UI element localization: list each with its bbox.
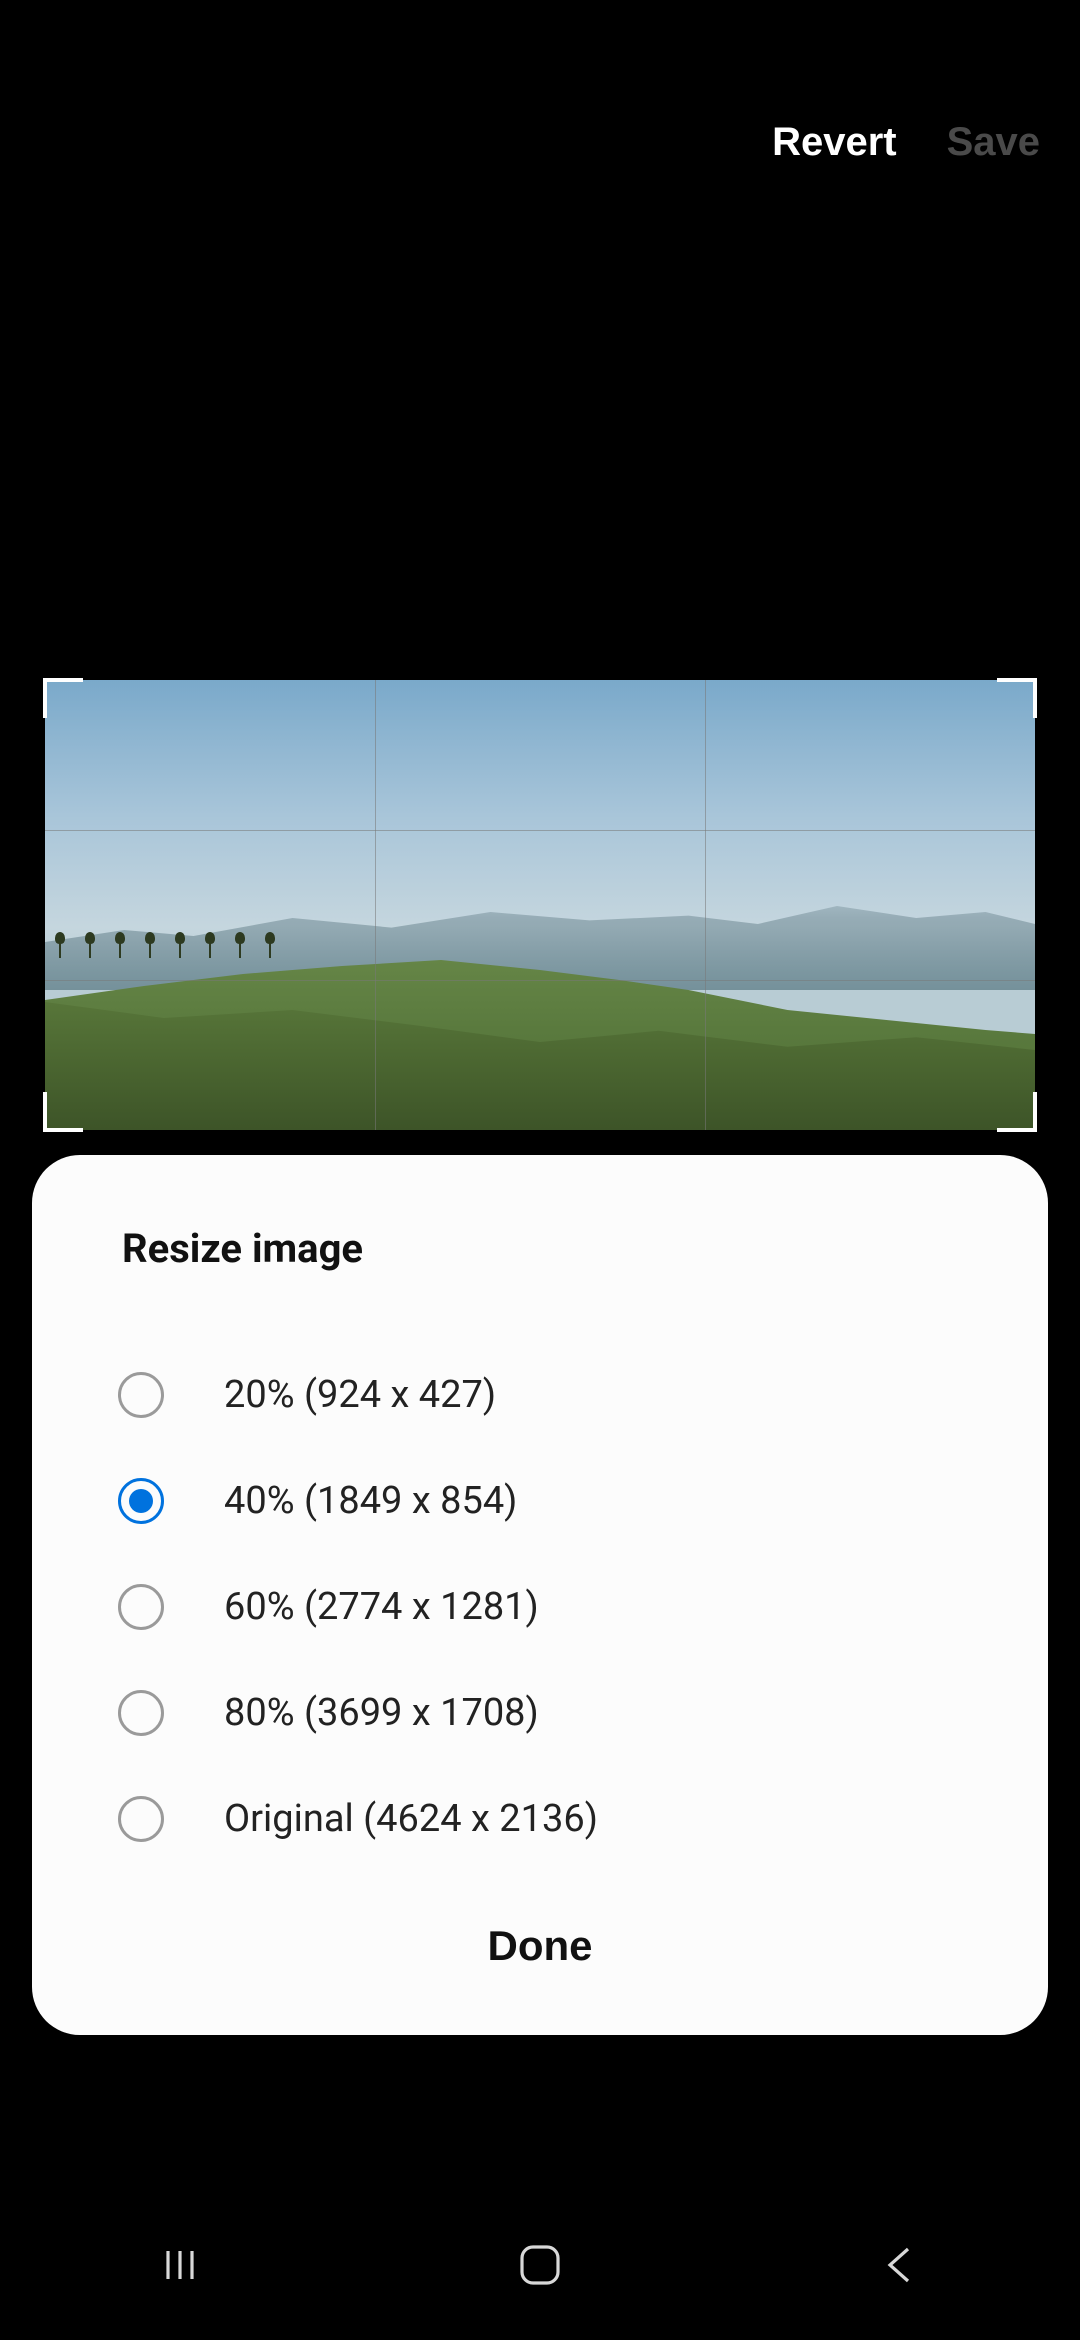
crop-handle-top-left[interactable] bbox=[43, 678, 83, 718]
radio-icon bbox=[118, 1372, 164, 1418]
top-action-bar: Revert Save bbox=[772, 120, 1040, 165]
resize-option-label: 40% (1849 x 854) bbox=[224, 1479, 517, 1523]
resize-option-60[interactable]: 60% (2774 x 1281) bbox=[92, 1554, 988, 1660]
back-icon bbox=[878, 2243, 922, 2287]
dialog-title: Resize image bbox=[122, 1225, 958, 1272]
resize-options-list: 20% (924 x 427) 40% (1849 x 854) 60% (27… bbox=[92, 1342, 988, 1872]
resize-option-20[interactable]: 20% (924 x 427) bbox=[92, 1342, 988, 1448]
radio-icon bbox=[118, 1796, 164, 1842]
resize-option-label: 60% (2774 x 1281) bbox=[224, 1585, 539, 1629]
resize-option-80[interactable]: 80% (3699 x 1708) bbox=[92, 1660, 988, 1766]
save-button[interactable]: Save bbox=[947, 120, 1040, 165]
radio-icon bbox=[118, 1584, 164, 1630]
nav-back-button[interactable] bbox=[860, 2225, 940, 2305]
resize-option-label: 80% (3699 x 1708) bbox=[224, 1691, 539, 1735]
revert-button[interactable]: Revert bbox=[772, 120, 897, 165]
nav-home-button[interactable] bbox=[500, 2225, 580, 2305]
resize-option-40[interactable]: 40% (1849 x 854) bbox=[92, 1448, 988, 1554]
system-navigation-bar bbox=[0, 2190, 1080, 2340]
crop-handle-bottom-left[interactable] bbox=[43, 1092, 83, 1132]
radio-icon bbox=[118, 1690, 164, 1736]
resize-image-dialog: Resize image 20% (924 x 427) 40% (1849 x… bbox=[32, 1155, 1048, 2035]
radio-icon bbox=[118, 1478, 164, 1524]
nav-recents-button[interactable] bbox=[140, 2225, 220, 2305]
home-icon bbox=[514, 2239, 566, 2291]
recents-icon bbox=[158, 2243, 202, 2287]
edited-image bbox=[45, 680, 1035, 1130]
done-button[interactable]: Done bbox=[92, 1872, 988, 1980]
crop-handle-top-right[interactable] bbox=[997, 678, 1037, 718]
resize-option-label: Original (4624 x 2136) bbox=[224, 1797, 598, 1841]
resize-option-label: 20% (924 x 427) bbox=[224, 1373, 496, 1417]
crop-handle-bottom-right[interactable] bbox=[997, 1092, 1037, 1132]
resize-option-original[interactable]: Original (4624 x 2136) bbox=[92, 1766, 988, 1872]
image-crop-canvas[interactable] bbox=[45, 680, 1035, 1130]
